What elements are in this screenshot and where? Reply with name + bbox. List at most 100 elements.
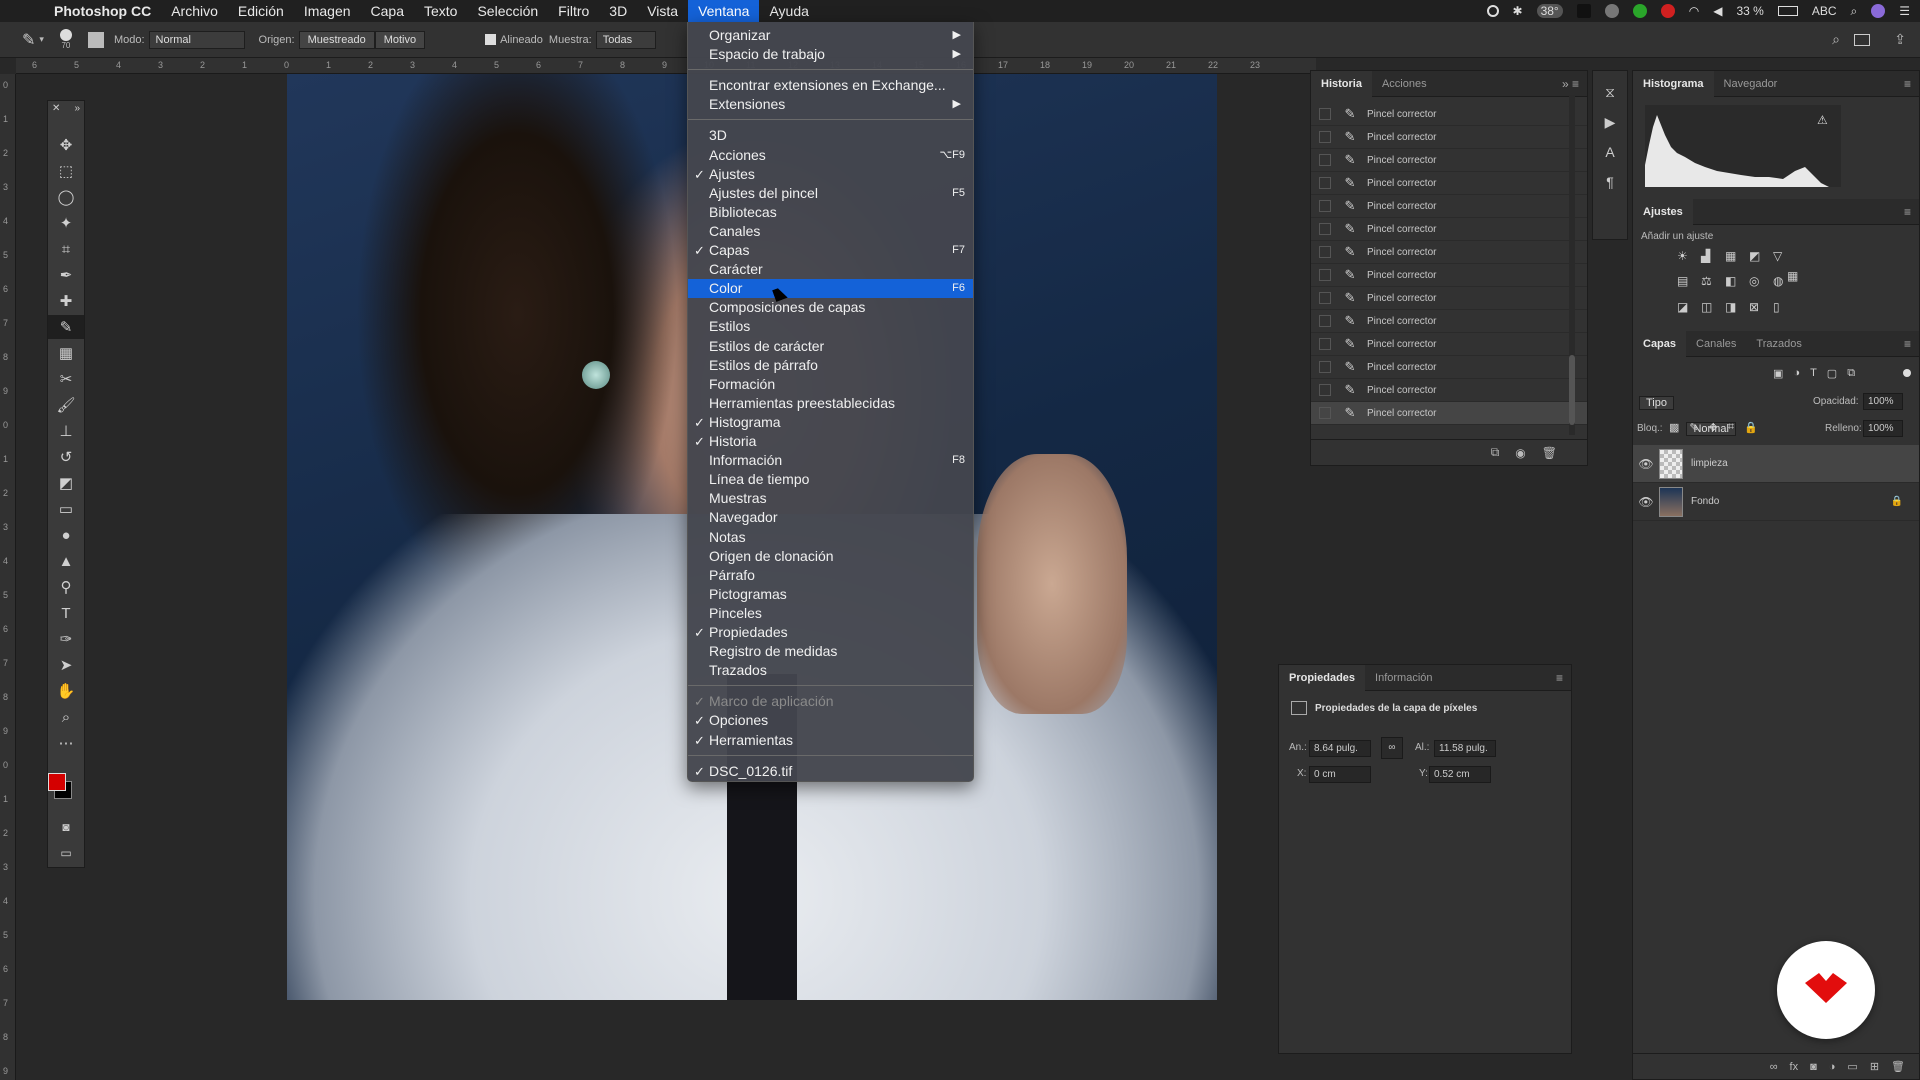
menu-item-dsc-0126-tif[interactable]: ✓ DSC_0126.tif <box>688 762 973 781</box>
hand-tool-icon[interactable]: ✋ <box>48 679 84 703</box>
history-state-row[interactable]: ✎ Pincel corrector <box>1311 149 1587 172</box>
snapshot-source-checkbox[interactable] <box>1319 154 1331 166</box>
apple-icon[interactable] <box>0 0 44 22</box>
layer-row[interactable]: 👁 limpieza <box>1633 445 1919 483</box>
delete-layer-icon[interactable]: 🗑 <box>1891 1060 1905 1073</box>
eye-icon[interactable]: 👁 <box>1633 495 1659 509</box>
workspace-icon[interactable] <box>1854 33 1870 46</box>
menu-item-opciones[interactable]: ✓ Opciones <box>688 711 973 730</box>
stamp-tool-icon[interactable]: ⊥ <box>48 419 84 443</box>
foreground-color-swatch[interactable] <box>48 773 66 791</box>
menu-item-herramientas[interactable]: ✓ Herramientas <box>688 731 973 750</box>
filter-adjust-icon[interactable]: ◑ <box>1793 367 1800 380</box>
layer-name[interactable]: Fondo <box>1691 496 1719 507</box>
menu-edicion[interactable]: Edición <box>228 0 294 22</box>
menu-filtro[interactable]: Filtro <box>548 0 599 22</box>
opacity-input[interactable]: 100% <box>1863 393 1903 410</box>
move-tool-icon[interactable]: ✥ <box>48 133 84 157</box>
history-state-row[interactable]: ✎ Pincel corrector <box>1311 333 1587 356</box>
healing-brush-tool-icon[interactable]: ✎ <box>48 315 84 339</box>
pen-tool-icon[interactable]: ✑ <box>48 627 84 651</box>
layer-row[interactable]: 👁 Fondo 🔒 <box>1633 483 1919 521</box>
bluetooth-icon[interactable]: ✱ <box>1513 4 1523 18</box>
tab-ajustes[interactable]: Ajustes <box>1633 198 1693 225</box>
menu-3d[interactable]: 3D <box>599 0 637 22</box>
menu-item-propiedades[interactable]: ✓ Propiedades <box>688 623 973 642</box>
tab-navegador[interactable]: Navegador <box>1714 71 1788 97</box>
history-state-row[interactable]: ✎ Pincel corrector <box>1311 310 1587 333</box>
history-brush-icon[interactable]: ↺ <box>48 445 84 469</box>
magic-wand-tool-icon[interactable]: ✦ <box>48 211 84 235</box>
snapshot-source-checkbox[interactable] <box>1319 361 1331 373</box>
gradient-tool-icon[interactable]: ▭ <box>48 497 84 521</box>
menu-ventana[interactable]: Ventana <box>688 0 760 22</box>
green-app-icon[interactable] <box>1632 4 1647 18</box>
exposure-icon[interactable]: ◩ <box>1749 249 1769 268</box>
mask-icon[interactable]: ◙ <box>1810 1061 1817 1073</box>
hue-icon[interactable]: ▤ <box>1677 274 1697 293</box>
menu-item-formación[interactable]: Formación <box>688 375 973 394</box>
link-layers-icon[interactable]: ∞ <box>1770 1061 1778 1073</box>
history-state-row[interactable]: ✎ Pincel corrector <box>1311 218 1587 241</box>
menu-item-estilos-de-párrafo[interactable]: Estilos de párrafo <box>688 356 973 375</box>
selective-color-icon[interactable]: ⊠ <box>1749 300 1769 319</box>
menu-item-trazados[interactable]: Trazados <box>688 661 973 680</box>
layer-name[interactable]: limpieza <box>1691 458 1728 469</box>
quick-mask-icon[interactable]: ◙ <box>48 815 84 839</box>
siri-icon[interactable] <box>1871 4 1886 18</box>
blur-tool-icon[interactable]: ● <box>48 523 84 547</box>
lock-move-icon[interactable]: ✥ <box>1709 421 1718 434</box>
origin-pattern-button[interactable]: Motivo <box>374 30 426 49</box>
spot-healing-tool-icon[interactable]: ✚ <box>48 289 84 313</box>
menu-item-historia[interactable]: ✓ Historia <box>688 432 973 451</box>
mode-select[interactable]: Normal <box>148 30 245 49</box>
history-icon[interactable]: ⧖ <box>1593 77 1627 107</box>
temperature-badge[interactable]: 38° <box>1536 4 1563 18</box>
snapshot-source-checkbox[interactable] <box>1319 246 1331 258</box>
new-document-from-state-icon[interactable]: ⧉ <box>1491 445 1500 460</box>
menu-item-3d[interactable]: 3D <box>688 126 973 145</box>
close-icon[interactable]: ✕ <box>52 103 60 114</box>
menu-item-estilos-de-carácter[interactable]: Estilos de carácter <box>688 337 973 356</box>
menu-item-organizar[interactable]: Organizar ▶ <box>688 26 973 45</box>
red-app-icon[interactable] <box>1660 4 1675 18</box>
panel-menu-icon[interactable]: ≡ <box>1556 671 1563 685</box>
eraser-tool-icon[interactable]: ◩ <box>48 471 84 495</box>
history-state-row[interactable]: ✎ Pincel corrector <box>1311 172 1587 195</box>
invert-icon[interactable]: ◪ <box>1677 300 1697 319</box>
content-aware-move-icon[interactable]: ✂ <box>48 367 84 391</box>
filter-pixel-icon[interactable]: ▣ <box>1773 367 1783 380</box>
menu-archivo[interactable]: Archivo <box>161 0 228 22</box>
tab-histograma[interactable]: Histograma <box>1633 70 1714 97</box>
snapshot-source-checkbox[interactable] <box>1319 177 1331 189</box>
snapshot-source-checkbox[interactable] <box>1319 200 1331 212</box>
menu-item-ajustes[interactable]: ✓ Ajustes <box>688 165 973 184</box>
origin-sampled-button[interactable]: Muestreado <box>298 30 375 49</box>
wifi-icon[interactable]: ◠ <box>1689 4 1699 18</box>
crop-tool-icon[interactable]: ⌗ <box>48 237 84 261</box>
menu-item-composiciones-de-capas[interactable]: Composiciones de capas <box>688 298 973 317</box>
menu-item-estilos[interactable]: Estilos <box>688 317 973 336</box>
history-state-row[interactable]: ✎ Pincel corrector <box>1311 241 1587 264</box>
menu-item-párrafo[interactable]: Párrafo <box>688 566 973 585</box>
input-source[interactable]: ABC <box>1812 4 1837 18</box>
spotlight-icon[interactable]: ⌕ <box>1851 4 1858 19</box>
history-state-row[interactable]: ✎ Pincel corrector <box>1311 195 1587 218</box>
path-select-icon[interactable]: ➤ <box>48 653 84 677</box>
tab-acciones[interactable]: Acciones <box>1372 71 1437 97</box>
lock-all-icon[interactable]: 🔒 <box>1744 421 1758 434</box>
new-layer-icon[interactable]: ⊞ <box>1870 1060 1879 1073</box>
sample-select[interactable]: Todas <box>595 30 656 49</box>
snapshot-source-checkbox[interactable] <box>1319 108 1331 120</box>
share-icon[interactable]: ⇪ <box>1894 31 1906 48</box>
height-input[interactable]: 11.58 pulg. <box>1434 740 1496 757</box>
curves-icon[interactable]: ▦ <box>1725 249 1745 268</box>
menu-item-herramientas-preestablecidas[interactable]: Herramientas preestablecidas <box>688 394 973 413</box>
menu-item-ajustes-del-pincel[interactable]: Ajustes del pincel F5 <box>688 184 973 203</box>
fill-input[interactable]: 100% <box>1863 420 1903 437</box>
menu-vista[interactable]: Vista <box>637 0 688 22</box>
panel-menu-icon[interactable]: ≡ <box>1904 337 1911 351</box>
link-icon[interactable]: ∞ <box>1381 737 1403 759</box>
menu-item-color[interactable]: Color F6 <box>688 279 973 299</box>
brush-settings-icon[interactable] <box>87 31 104 48</box>
